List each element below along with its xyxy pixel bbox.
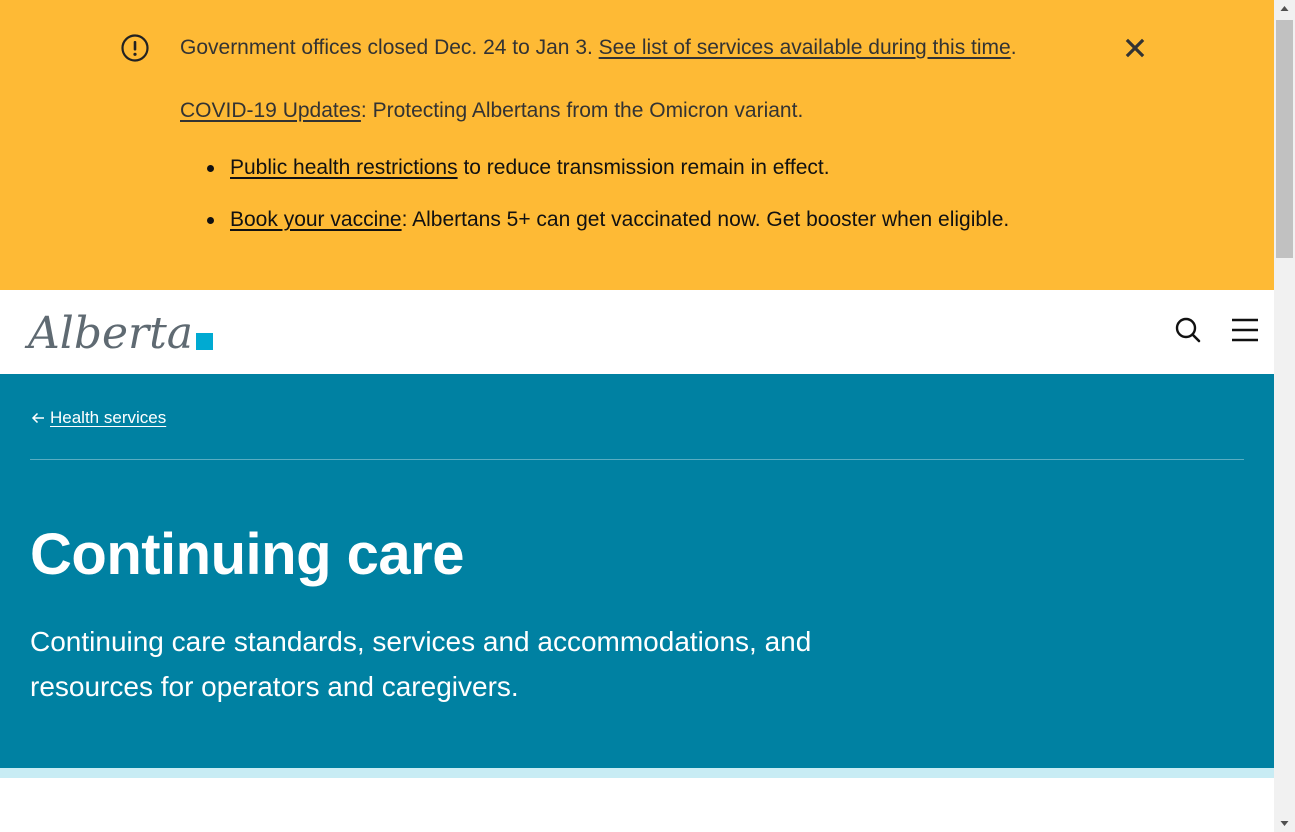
breadcrumb-health-services-link[interactable]: Health services: [50, 406, 166, 430]
scrollbar-thumb[interactable]: [1276, 20, 1293, 258]
public-health-restrictions-link[interactable]: Public health restrictions: [230, 156, 458, 179]
site-header: Alberta: [0, 290, 1274, 374]
logo-text: Alberta: [24, 308, 193, 359]
accent-bar: [0, 768, 1274, 778]
page-title: Continuing care: [30, 522, 464, 587]
hero-section: Health services Continuing care Continui…: [0, 374, 1274, 768]
close-icon: [1125, 38, 1145, 58]
vertical-scrollbar[interactable]: [1274, 0, 1295, 832]
list-item-text: to reduce transmission remain in effect.: [457, 156, 830, 179]
list-item: Book your vaccine: Albertans 5+ can get …: [230, 206, 1009, 234]
close-alert-button[interactable]: [1120, 33, 1150, 63]
covid-updates-link[interactable]: COVID-19 Updates: [180, 99, 361, 122]
alberta-logo: Alberta: [24, 308, 213, 359]
scroll-down-arrow-icon[interactable]: [1274, 815, 1295, 832]
book-vaccine-link[interactable]: Book your vaccine: [230, 208, 402, 231]
scroll-up-arrow-icon[interactable]: [1274, 0, 1295, 17]
bullet: [207, 217, 214, 224]
closure-text: Government offices closed Dec. 24 to Jan…: [180, 36, 599, 59]
list-item-text: : Albertans 5+ can get vaccinated now. G…: [401, 208, 1010, 231]
page: Government offices closed Dec. 24 to Jan…: [0, 0, 1274, 832]
search-button[interactable]: [1172, 314, 1204, 346]
arrow-left-icon: [31, 412, 44, 424]
list-item: Public health restrictions to reduce tra…: [230, 154, 830, 182]
covid-text: : Protecting Albertans from the Omicron …: [360, 99, 804, 122]
closure-notice: Government offices closed Dec. 24 to Jan…: [180, 34, 1017, 62]
page-subtitle: Continuing care standards, services and …: [30, 626, 812, 702]
bullet: [207, 165, 214, 172]
menu-button[interactable]: [1228, 314, 1262, 346]
exclamation-circle-icon: [121, 34, 149, 62]
covid-notice: COVID-19 Updates: Protecting Albertans f…: [180, 97, 803, 125]
logo-square: [196, 333, 213, 350]
search-icon: [1175, 317, 1201, 343]
alert-banner: Government offices closed Dec. 24 to Jan…: [0, 0, 1274, 290]
breadcrumb: Health services: [30, 406, 166, 430]
services-list-link[interactable]: See list of services available during th…: [599, 36, 1011, 59]
closure-end: .: [1010, 36, 1017, 59]
hamburger-menu-icon: [1232, 318, 1258, 342]
divider: [30, 459, 1244, 460]
